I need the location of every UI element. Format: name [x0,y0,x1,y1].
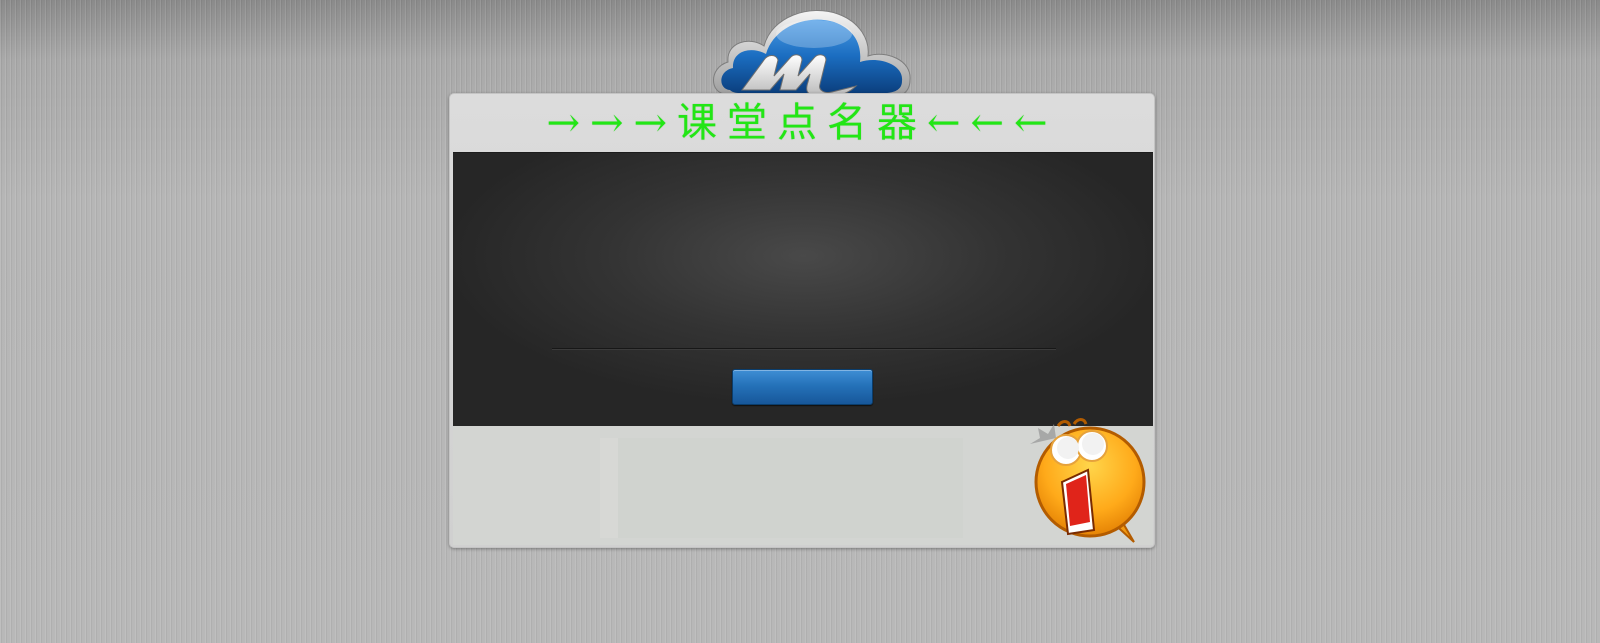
title-bar: →→→课堂点名器←←← [450,94,1154,152]
result-box [618,438,963,538]
start-button[interactable] [732,369,873,405]
name-display-screen [453,152,1153,426]
cloud-logo-icon [706,2,918,102]
shocked-face-icon [1022,418,1150,550]
screen-divider [552,348,1056,350]
page-title: →→→课堂点名器←←← [546,100,1058,146]
